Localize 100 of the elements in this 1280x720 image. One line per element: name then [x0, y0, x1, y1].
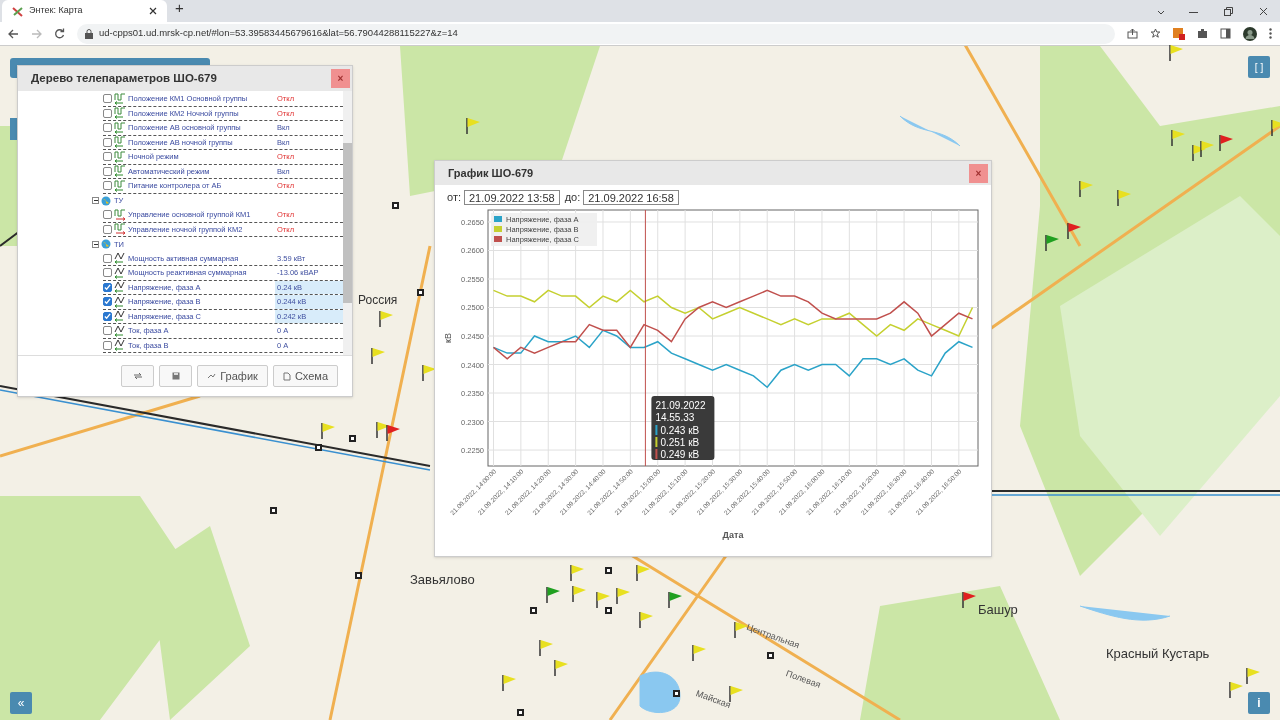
checkbox[interactable]: [103, 326, 112, 336]
checkbox[interactable]: [103, 297, 112, 307]
flag-marker-icon[interactable]: [378, 310, 394, 327]
station-icon[interactable]: [673, 690, 680, 697]
station-icon[interactable]: [530, 607, 537, 614]
close-icon[interactable]: [149, 7, 157, 15]
station-icon[interactable]: [392, 202, 399, 209]
save-button[interactable]: [159, 365, 193, 387]
checkbox[interactable]: [103, 253, 112, 263]
address-field[interactable]: ud-cpps01.ud.mrsk-cp.net/#lon=53.39583445679616&lat=56.79044288115227&z=14: [77, 23, 1115, 44]
to-date-field[interactable]: 21.09.2022 16:58: [583, 189, 679, 205]
flag-marker-icon[interactable]: [728, 685, 744, 702]
tooltip-time: 14.55.33: [655, 411, 695, 423]
checkbox[interactable]: [103, 340, 112, 350]
flag-marker-icon[interactable]: [635, 564, 651, 581]
fullscreen-button[interactable]: [ ]: [1248, 56, 1270, 78]
flag-marker-icon[interactable]: [595, 591, 611, 608]
close-icon[interactable]: [1259, 7, 1268, 16]
sidebar-icon[interactable]: [1220, 28, 1231, 39]
reload-icon[interactable]: [54, 28, 65, 39]
flag-marker-icon[interactable]: [1170, 129, 1186, 146]
flag-marker-icon[interactable]: [1218, 134, 1234, 151]
scheme-button[interactable]: Схема: [272, 365, 338, 387]
station-icon[interactable]: [349, 435, 356, 442]
station-icon[interactable]: [605, 607, 612, 614]
flag-marker-icon[interactable]: [538, 639, 554, 656]
flag-marker-icon[interactable]: [1078, 180, 1094, 197]
swap-icon: [132, 372, 143, 380]
extension-badge-icon[interactable]: [1173, 27, 1185, 40]
wave-signal-icon: [114, 310, 126, 323]
flag-marker-icon[interactable]: [421, 364, 437, 381]
discrete-signal-icon: [114, 121, 126, 134]
flag-marker-icon[interactable]: [1191, 144, 1207, 161]
flag-marker-icon[interactable]: [1228, 681, 1244, 698]
url-text: ud-cpps01.ud.mrsk-cp.net/#lon=53.39583445679616&lat=56.79044288115227&z=14: [99, 26, 458, 41]
checkbox[interactable]: [103, 268, 112, 278]
flag-marker-icon[interactable]: [1066, 222, 1082, 239]
chevron-icon[interactable]: [1157, 10, 1165, 15]
new-tab-button[interactable]: +: [175, 0, 184, 19]
flag-marker-icon[interactable]: [465, 117, 481, 134]
discrete-signal-icon: [114, 150, 126, 163]
legend-swatch: [494, 235, 502, 242]
wave-signal-icon: [114, 295, 126, 308]
collapse-toggle[interactable]: [92, 197, 99, 205]
station-icon[interactable]: [355, 572, 362, 579]
flag-marker-icon[interactable]: [501, 674, 517, 691]
flag-marker-icon[interactable]: [370, 347, 386, 364]
flag-marker-icon[interactable]: [1199, 140, 1215, 157]
info-button[interactable]: i: [1248, 692, 1270, 714]
globe-icon: [101, 239, 111, 250]
station-icon[interactable]: [270, 507, 277, 514]
avatar-icon[interactable]: [1243, 26, 1257, 41]
flag-marker-icon[interactable]: [1168, 44, 1184, 61]
checkbox[interactable]: [103, 311, 112, 321]
flag-marker-icon[interactable]: [1044, 234, 1060, 251]
scrollbar-thumb[interactable]: [343, 143, 352, 303]
flag-marker-icon[interactable]: [733, 621, 749, 638]
checkbox[interactable]: [103, 166, 112, 176]
share-icon[interactable]: [1127, 28, 1138, 39]
control-signal-icon: [114, 208, 126, 221]
flag-marker-icon[interactable]: [638, 611, 654, 628]
checkbox[interactable]: [103, 123, 112, 133]
flag-marker-icon[interactable]: [1245, 667, 1261, 684]
flag-marker-icon[interactable]: [691, 644, 707, 661]
station-icon[interactable]: [517, 709, 524, 716]
checkbox[interactable]: [103, 137, 112, 147]
flag-marker-icon[interactable]: [385, 424, 401, 441]
flag-marker-icon[interactable]: [571, 585, 587, 602]
checkbox[interactable]: [103, 152, 112, 162]
checkbox[interactable]: [103, 108, 112, 118]
checkbox[interactable]: [103, 210, 112, 220]
from-date-field[interactable]: 21.09.2022 13:58: [464, 189, 560, 205]
restore-icon[interactable]: [1224, 7, 1233, 16]
flag-marker-icon[interactable]: [553, 659, 569, 676]
flag-marker-icon[interactable]: [545, 586, 561, 603]
chart-button[interactable]: График: [197, 365, 268, 387]
legend-swatch: [494, 215, 502, 222]
collapse-button[interactable]: «: [10, 692, 32, 714]
station-icon[interactable]: [767, 652, 774, 659]
checkbox[interactable]: [103, 282, 112, 292]
station-icon[interactable]: [315, 444, 322, 451]
browser-tab[interactable]: Энтек: Карта: [2, 0, 167, 22]
checkbox[interactable]: [103, 224, 112, 234]
save-icon: [171, 372, 180, 380]
flag-marker-icon[interactable]: [320, 422, 336, 439]
back-icon[interactable]: [8, 28, 19, 39]
flag-marker-icon[interactable]: [569, 564, 585, 581]
checkbox[interactable]: [103, 94, 112, 104]
collapse-toggle[interactable]: [92, 240, 99, 248]
station-icon[interactable]: [417, 289, 424, 296]
flag-marker-icon[interactable]: [667, 591, 683, 608]
wave-signal-icon: [114, 339, 126, 352]
station-icon[interactable]: [605, 567, 612, 574]
star-icon[interactable]: [1150, 28, 1161, 39]
more-icon[interactable]: [1269, 28, 1272, 39]
checkbox[interactable]: [103, 181, 112, 191]
flag-marker-icon[interactable]: [961, 591, 977, 608]
discrete-signal-icon: [114, 107, 126, 120]
flag-marker-icon[interactable]: [1116, 189, 1132, 206]
flag-marker-icon[interactable]: [615, 587, 631, 604]
